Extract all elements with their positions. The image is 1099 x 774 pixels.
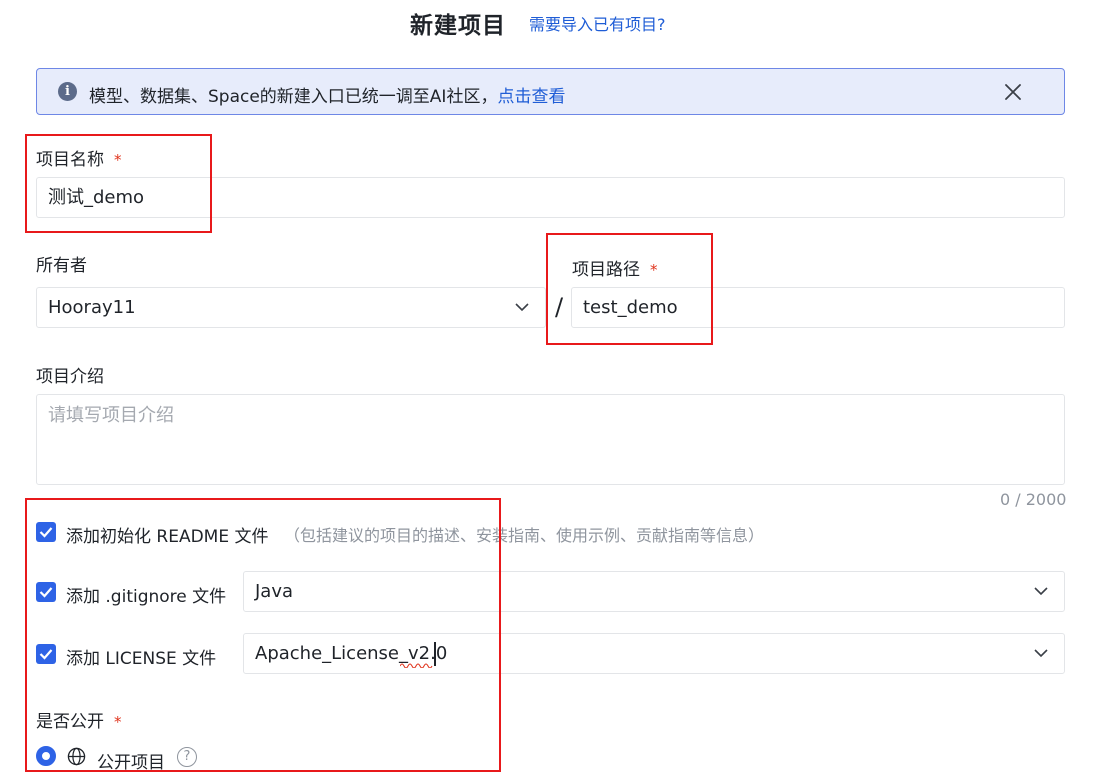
close-icon[interactable]	[1003, 82, 1023, 102]
info-icon: i	[58, 82, 77, 101]
notice-banner: i 模型、数据集、Space的新建入口已统一调至AI社区，点击查看	[36, 68, 1065, 115]
notice-text: 模型、数据集、Space的新建入口已统一调至AI社区，点击查看	[89, 82, 565, 107]
globe-icon	[67, 747, 86, 766]
license-select-value: Apache_License_v2.0	[255, 643, 448, 664]
spellcheck-underline	[400, 663, 433, 668]
gitignore-checkbox[interactable]	[36, 582, 56, 602]
license-label: 添加 LICENSE 文件	[66, 649, 217, 669]
gitignore-label: 添加 .gitignore 文件	[66, 587, 227, 607]
check-icon	[39, 587, 53, 598]
description-label: 项目介绍	[36, 367, 104, 387]
project-path-input[interactable]: test_demo	[571, 287, 1065, 328]
public-option-label: 公开项目	[97, 753, 165, 773]
page-title: 新建项目	[410, 13, 506, 39]
visibility-label-text: 是否公开	[36, 712, 104, 732]
project-path-label-text: 项目路径	[572, 260, 640, 280]
check-icon	[39, 527, 53, 538]
notice-message: 模型、数据集、Space的新建入口已统一调至AI社区，	[89, 87, 498, 107]
description-placeholder: 请填写项目介绍	[48, 405, 174, 426]
gitignore-select-value: Java	[255, 581, 294, 602]
chevron-down-icon	[1034, 649, 1048, 658]
owner-select-value: Hooray11	[48, 297, 136, 318]
public-radio[interactable]	[36, 746, 56, 766]
license-select[interactable]: Apache_License_v2.0	[243, 633, 1065, 674]
readme-hint: （包括建议的项目的描述、安装指南、使用示例、贡献指南等信息）	[284, 526, 765, 545]
required-mark: *	[114, 151, 122, 169]
license-checkbox[interactable]	[36, 644, 56, 664]
required-mark: *	[650, 261, 658, 279]
project-name-label-text: 项目名称	[36, 150, 104, 170]
chevron-down-icon	[1034, 587, 1048, 596]
import-project-link[interactable]: 需要导入已有项目?	[529, 11, 666, 35]
path-separator: /	[555, 293, 564, 321]
visibility-label: 是否公开 *	[36, 707, 122, 732]
project-name-label: 项目名称 *	[36, 145, 122, 170]
owner-label: 所有者	[36, 256, 87, 276]
gitignore-select[interactable]: Java	[243, 571, 1065, 612]
description-counter: 0 / 2000	[1000, 490, 1067, 509]
readme-label: 添加初始化 README 文件	[66, 527, 269, 547]
required-mark: *	[114, 713, 122, 731]
readme-checkbox[interactable]	[36, 522, 56, 542]
owner-select[interactable]: Hooray11	[36, 287, 546, 328]
project-name-input[interactable]: 测试_demo	[36, 177, 1065, 218]
notice-link[interactable]: 点击查看	[497, 87, 565, 107]
text-caret	[434, 642, 436, 666]
help-icon[interactable]: ?	[177, 747, 197, 767]
project-path-label: 项目路径 *	[572, 255, 658, 280]
chevron-down-icon	[515, 303, 529, 312]
description-textarea[interactable]: 请填写项目介绍	[36, 394, 1065, 485]
check-icon	[39, 649, 53, 660]
